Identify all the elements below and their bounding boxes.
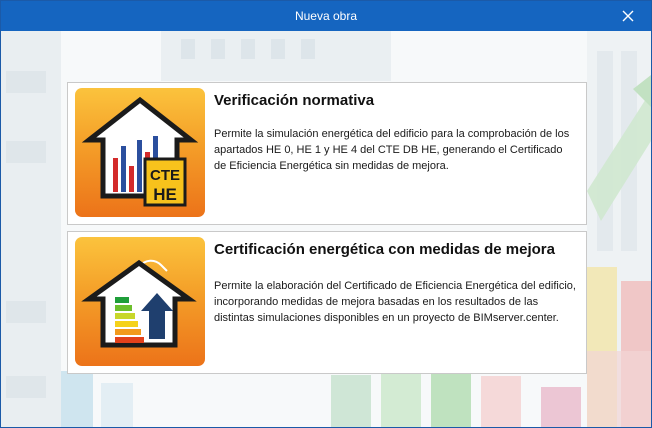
house-energy-label-arrow-icon (75, 237, 205, 366)
close-icon (622, 10, 634, 22)
house-chart-cte-he-icon: CTE HE (75, 88, 205, 217)
window-title: Nueva obra (294, 9, 358, 23)
option-description: Permite la simulación energética del edi… (214, 128, 570, 172)
option-title: Certificación energética con medidas de … (214, 241, 555, 258)
new-project-dialog: Nueva obra CTE HE Verificación normativa… (0, 0, 652, 428)
title-bar: Nueva obra (1, 1, 651, 31)
svg-text:CTE: CTE (150, 167, 180, 184)
option-regulatory-verification[interactable]: CTE HE Verificación normativa Permite la… (67, 82, 587, 225)
option-title: Verificación normativa (214, 92, 375, 109)
close-button[interactable] (605, 1, 651, 31)
option-energy-certification-improvements[interactable]: Certificación energética con medidas de … (67, 231, 587, 374)
option-description: Permite la elaboración del Certificado d… (214, 280, 576, 324)
svg-text:HE: HE (153, 185, 177, 204)
